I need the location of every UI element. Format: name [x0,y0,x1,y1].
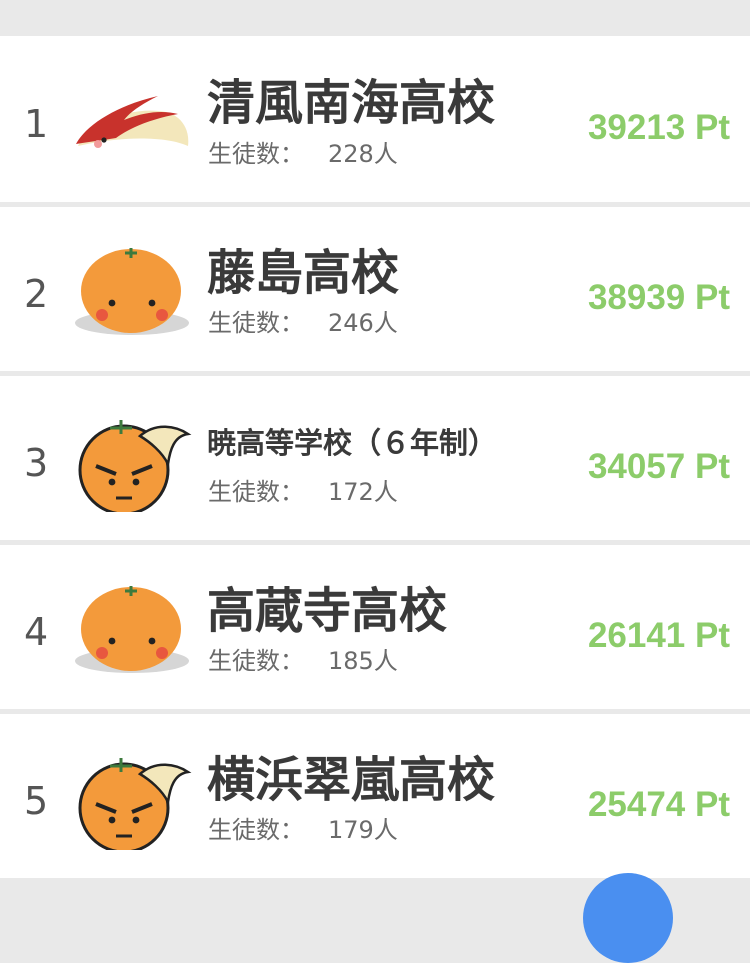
angry-orange-mascot-icon [78,420,192,512]
points-unit: Pt [695,278,730,317]
school-name: 暁高等学校（６年制） [207,426,498,460]
points-value: 26141 [587,616,686,655]
student-count-label: 生徒数： [208,309,304,337]
orange-mascot-icon [75,586,189,673]
points-unit: Pt [695,785,730,824]
points-value: 25474 [587,785,686,824]
points-unit: Pt [695,447,730,486]
school-points: 34057 Pt [588,449,730,484]
school-name: 横浜翠嵐高校 [207,752,496,808]
rank-number: 4 [24,610,49,654]
student-count-label: 生徒数： [208,647,304,675]
bird-icon [76,96,189,148]
orange-mascot-icon [75,248,189,335]
school-points: 39213 Pt [588,110,730,145]
points-value: 38939 [587,278,686,317]
points-unit: Pt [695,108,730,147]
points-value: 34057 [587,447,686,486]
ranking-row[interactable]: 1 清風南海高校 生徒数： 228人 39213 Pt [0,36,750,202]
rank-number: 3 [24,441,49,485]
ranking-row[interactable]: 4 高蔵寺高校 生徒数： 185人 26141 Pt [0,545,750,709]
student-count-label: 生徒数： [208,140,304,168]
ranking-row[interactable]: 3 暁高等学校（６年制） 生徒数： 172人 34057 Pt [0,376,750,540]
school-points: 25474 Pt [588,787,730,822]
school-points: 26141 Pt [588,618,730,653]
school-name: 藤島高校 [207,245,400,301]
angry-orange-mascot-icon [78,758,192,850]
student-count-value: 172人 [328,478,398,506]
school-points: 38939 Pt [588,280,730,315]
ranking-row[interactable]: 2 藤島高校 生徒数： 246人 38939 Pt [0,207,750,371]
student-count-label: 生徒数： [208,478,304,506]
ranking-row[interactable]: 5 横浜翠嵐高校 生徒数： 179人 25474 Pt [0,714,750,878]
points-value: 39213 [587,108,686,147]
student-count-label: 生徒数： [208,816,304,844]
student-count-value: 179人 [328,816,398,844]
floating-action-button[interactable] [583,873,673,963]
points-unit: Pt [695,616,730,655]
rank-number: 5 [24,779,49,823]
student-count-value: 228人 [328,140,398,168]
rank-number: 2 [24,272,49,316]
student-count-value: 246人 [328,309,398,337]
student-count-value: 185人 [328,647,398,675]
rank-number: 1 [24,102,49,146]
school-name: 高蔵寺高校 [207,583,448,639]
school-name: 清風南海高校 [207,75,496,131]
